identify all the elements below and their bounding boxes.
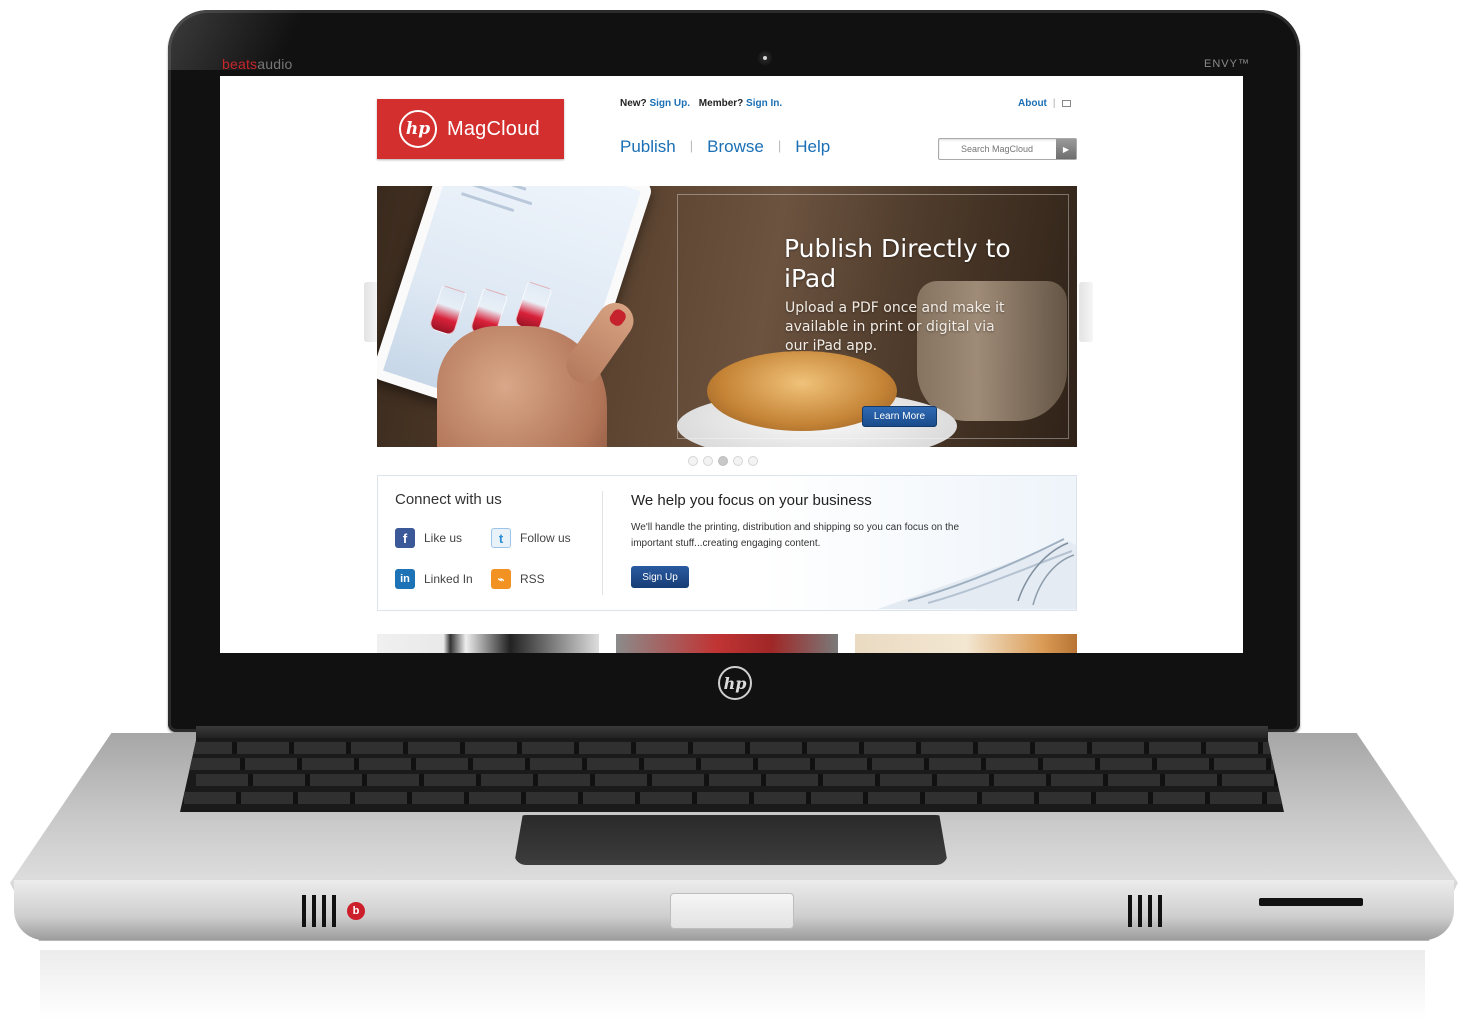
rss-label: RSS <box>520 572 545 586</box>
twitter-icon: t <box>491 528 511 548</box>
nav-help[interactable]: Help <box>795 137 830 157</box>
beats-audio-label: beatsaudio <box>222 56 293 72</box>
carousel-prev-button[interactable] <box>364 282 378 342</box>
signin-link[interactable]: Sign In. <box>746 98 782 109</box>
twitter-label: Follow us <box>520 531 571 545</box>
keyboard <box>180 738 1284 812</box>
promo-title: We help you focus on your business <box>631 492 872 509</box>
webcam <box>760 53 770 63</box>
member-prefix: Member? <box>698 98 744 109</box>
connect-title: Connect with us <box>395 491 502 508</box>
beats-logo-icon: b <box>347 902 365 920</box>
thumbnail-1[interactable] <box>377 634 599 653</box>
thumbnail-3[interactable] <box>855 634 1077 653</box>
table-reflection <box>40 950 1425 1020</box>
card-slot <box>1259 898 1363 906</box>
arrow-right-icon[interactable]: ▶ <box>1056 139 1076 159</box>
browser-screen: hp MagCloud New? Sign Up. Member? Sign I… <box>220 76 1243 653</box>
rss-link[interactable]: ⌁ RSS <box>491 569 545 589</box>
mail-icon[interactable] <box>1061 99 1071 107</box>
hero-title: Publish Directly to iPad <box>784 234 1011 293</box>
model-label: ENVY™ <box>1204 58 1250 70</box>
thumbnail-2[interactable] <box>616 634 838 653</box>
hero-subtitle: Upload a PDF once and make it available … <box>785 300 1005 354</box>
carousel-dot[interactable] <box>703 456 713 466</box>
new-prefix: New? <box>620 98 647 109</box>
signup-link[interactable]: Sign Up. <box>649 98 690 109</box>
carousel-dot[interactable] <box>748 456 758 466</box>
search-input[interactable] <box>939 139 1055 159</box>
hero-banner: Publish Directly to iPad Upload a PDF on… <box>377 186 1077 447</box>
search-box: ▶ <box>938 138 1077 160</box>
hp-logo-icon: hp <box>718 666 752 700</box>
carousel-dot-active[interactable] <box>718 456 728 466</box>
account-links: New? Sign Up. Member? Sign In. <box>620 98 782 109</box>
info-panel: Connect with us f Like us t Follow us in… <box>377 475 1077 611</box>
magcloud-logo[interactable]: hp MagCloud <box>377 99 564 159</box>
linkedin-icon: in <box>395 569 415 589</box>
touchpad <box>514 815 948 865</box>
facebook-label: Like us <box>424 531 463 545</box>
front-latch <box>670 893 794 929</box>
panel-divider <box>602 491 603 595</box>
speaker-vent-right <box>1128 895 1162 927</box>
facebook-link[interactable]: f Like us <box>395 528 462 548</box>
open-book-image <box>878 538 1076 609</box>
twitter-link[interactable]: t Follow us <box>491 528 571 548</box>
logo-text: MagCloud <box>447 117 540 140</box>
linkedin-label: Linked In <box>424 572 473 586</box>
nav-browse[interactable]: Browse <box>707 137 764 157</box>
rss-icon: ⌁ <box>491 569 511 589</box>
learn-more-button[interactable]: Learn More <box>862 406 937 427</box>
about-link[interactable]: About <box>1018 98 1047 109</box>
hp-mark-icon: hp <box>399 110 437 148</box>
carousel-dots <box>688 456 758 466</box>
utility-links: About | <box>1018 98 1071 109</box>
carousel-dot[interactable] <box>688 456 698 466</box>
main-nav: Publish | Browse | Help <box>620 137 831 157</box>
carousel-next-button[interactable] <box>1079 282 1093 342</box>
speaker-vent-left <box>302 895 336 927</box>
carousel-dot[interactable] <box>733 456 743 466</box>
laptop-photo: beatsaudio ENVY™ hp hp MagCloud New? Sig… <box>0 0 1465 1024</box>
facebook-icon: f <box>395 528 415 548</box>
hinge <box>196 726 1268 740</box>
signup-button[interactable]: Sign Up <box>631 566 689 588</box>
linkedin-link[interactable]: in Linked In <box>395 569 473 589</box>
nav-publish[interactable]: Publish <box>620 137 676 157</box>
